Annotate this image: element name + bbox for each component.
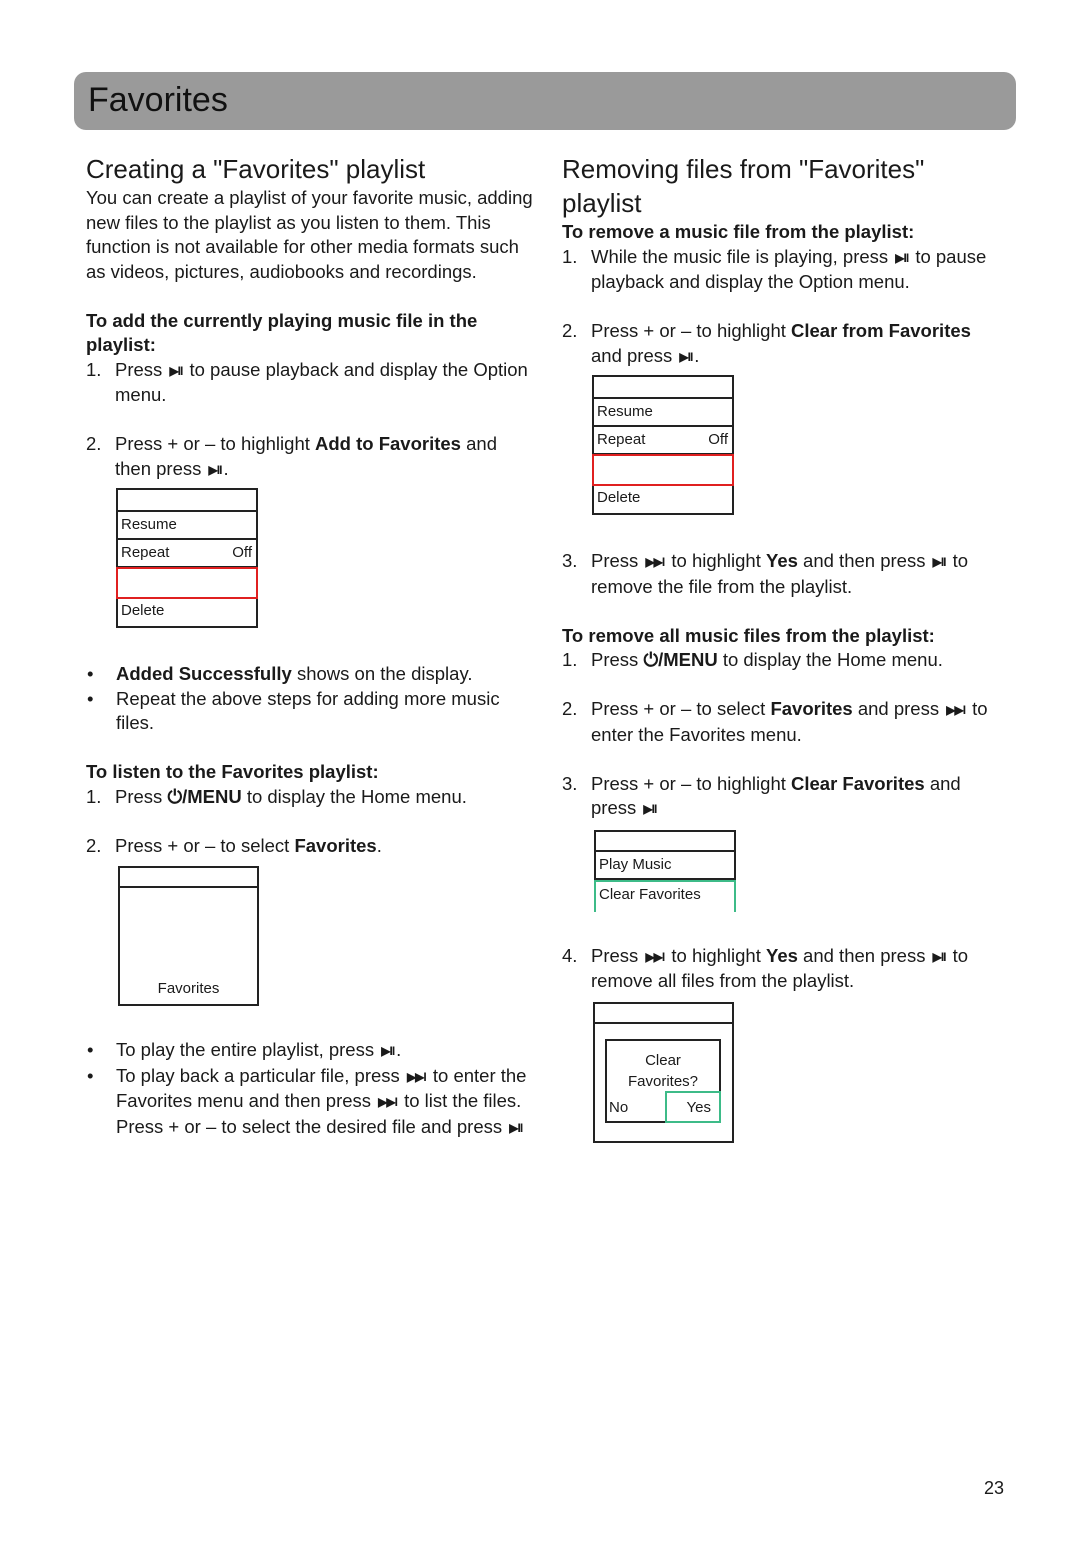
skip-next-icon: ▶▶I	[406, 1069, 427, 1084]
remove-all-step-4: 4. Press ▶▶I to highlight Yes and then p…	[562, 944, 969, 992]
remove-step-2: 2. Press + or – to highlight Clear from …	[562, 319, 1002, 369]
skip-next-icon: ▶▶I	[645, 555, 665, 569]
menu-header	[595, 1004, 732, 1024]
power-menu-icon: ⏻/MENU	[167, 785, 242, 807]
menu-item-delete: Delete	[597, 489, 641, 506]
page-title: Favorites	[88, 81, 228, 119]
menu-item-play-music: Play Music	[596, 852, 734, 880]
play-pause-icon: ▶II	[895, 250, 909, 265]
skip-next-icon: ▶▶I	[645, 949, 665, 964]
bullet-play-file: • To play back a particular file, press ▶…	[86, 1064, 536, 1141]
menu-item-highlighted	[116, 567, 258, 599]
menu-item-resume: Resume	[594, 399, 732, 427]
dialog-no-option: No	[609, 1098, 629, 1116]
remove-all-step-1: 1. Press ⏻/MENU to display the Home menu…	[562, 649, 943, 670]
confirm-dialog: Clear Favorites? No Yes	[605, 1038, 721, 1123]
home-menu-favorites-label: Favorites	[157, 980, 220, 997]
bullet-play-all: • To play the entire playlist, press ▶II.	[86, 1038, 536, 1064]
favorites-menu-illustration: Play Music Clear Favorites	[594, 829, 736, 912]
bullet-repeat: • Repeat the above steps for adding more …	[87, 687, 500, 734]
listen-subheading: To listen to the Favorites playlist:	[86, 761, 379, 782]
intro-paragraph: You can create a playlist of your favori…	[86, 187, 533, 282]
listen-step-1: 1. Press ⏻/MENU to display the Home menu…	[86, 785, 467, 807]
play-pause-icon: ▶II	[932, 949, 947, 964]
option-menu-illustration: Resume Repeat Off Delete	[592, 375, 734, 515]
remove-all-step-2: 2. Press + or – to select Favorites and …	[562, 698, 988, 745]
dialog-yes-option: Yes	[665, 1090, 721, 1123]
play-pause-icon: ▶II	[169, 363, 183, 378]
remove-subheading: To remove a music file from the playlist…	[562, 221, 915, 242]
play-pause-icon: ▶II	[381, 1044, 395, 1058]
power-menu-icon: ⏻/MENU	[643, 649, 718, 670]
menu-item-delete: Delete	[121, 602, 165, 619]
right-column: Removing files from "Favorites" playlist…	[562, 152, 1002, 1143]
bullet-added: • Added Successfully shows on the display…	[87, 663, 473, 684]
add-subheading: To add the currently playing music file …	[86, 309, 478, 356]
menu-header	[120, 868, 257, 888]
play-pause-icon: ▶II	[643, 802, 657, 816]
left-column: Creating a "Favorites" playlist You can …	[86, 152, 536, 1140]
removing-heading: Removing files from "Favorites" playlist	[562, 154, 925, 218]
play-pause-icon: ▶II	[208, 462, 223, 477]
skip-next-icon: ▶▶I	[946, 703, 966, 717]
menu-header	[596, 832, 734, 852]
menu-item-resume: Resume	[118, 512, 256, 540]
remove-step-3: 3. Press ▶▶I to highlight Yes and then p…	[562, 550, 969, 597]
play-pause-icon: ▶II	[679, 349, 693, 364]
home-menu-illustration: Favorites	[118, 866, 259, 1006]
menu-item-highlighted	[592, 454, 734, 486]
menu-item-repeat: Repeat Off	[594, 427, 732, 455]
remove-all-step-3: 3. Press + or – to highlight Clear Favor…	[562, 772, 1002, 822]
menu-header	[594, 377, 732, 399]
menu-item-repeat: Repeat Off	[118, 540, 256, 568]
menu-item-clear-favorites: Clear Favorites	[594, 879, 736, 912]
menu-header	[118, 490, 256, 512]
play-pause-icon: ▶II	[509, 1120, 523, 1135]
skip-next-icon: ▶▶I	[378, 1095, 398, 1109]
remove-all-subheading: To remove all music files from the playl…	[562, 624, 935, 646]
option-menu-illustration: Resume Repeat Off Delete	[116, 488, 258, 628]
remove-step-1: 1. While the music file is playing, pres…	[562, 245, 987, 293]
add-step-2: 2. Press + or – to highlight Add to Favo…	[86, 432, 536, 482]
creating-heading: Creating a "Favorites" playlist	[86, 154, 426, 184]
section-banner: Favorites	[74, 72, 1016, 130]
confirm-dialog-illustration: Clear Favorites? No Yes	[593, 1001, 734, 1143]
play-pause-icon: ▶II	[932, 555, 947, 569]
listen-step-2: 2. Press + or – to select Favorites.	[86, 834, 382, 856]
page-number: 23	[984, 1478, 1005, 1498]
add-step-1: 1. Press ▶II to pause playback and displ…	[86, 358, 528, 406]
